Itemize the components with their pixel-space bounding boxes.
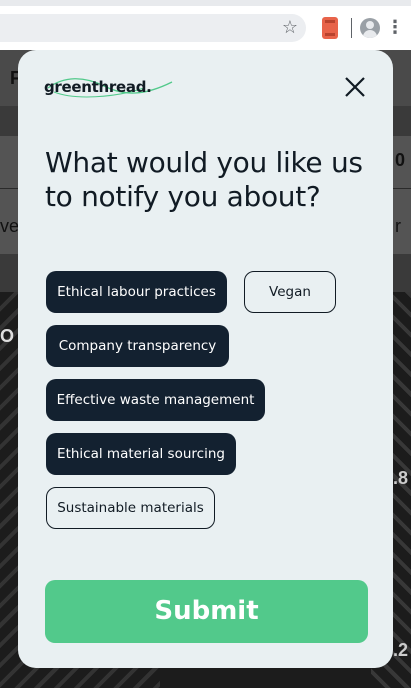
submit-button[interactable]: Submit [45,580,368,643]
logo-text: greenthread. [44,78,152,96]
topic-chip-vegan[interactable]: Vegan [244,271,336,313]
background-text: O [0,326,15,346]
topic-chip-ethical-labour[interactable]: Ethical labour practices [46,271,227,313]
background-text: r [395,216,401,236]
modal-heading: What would you like us to notify you abo… [45,146,363,213]
notification-preferences-modal: greenthread. What would you like us to n… [18,50,393,668]
background-text: .8 [393,468,409,488]
close-icon[interactable] [342,74,368,100]
star-icon[interactable]: ☆ [280,18,300,38]
kebab-menu-icon[interactable]: ⋮ [386,18,404,38]
profile-icon[interactable] [360,18,380,38]
browser-toolbar: ☆ ⋮ [0,0,411,50]
topic-chip-sustainable-materials[interactable]: Sustainable materials [46,487,215,529]
topic-chip-waste-management[interactable]: Effective waste management [46,379,265,421]
toolbar-divider [351,18,352,38]
extension-icon[interactable] [322,17,338,39]
tab-strip [0,0,411,6]
greenthread-logo: greenthread. [44,74,184,100]
background-text: 0 [395,150,406,170]
topic-chip-material-sourcing[interactable]: Ethical material sourcing [46,433,236,475]
topic-chip-company-transparency[interactable]: Company transparency [46,325,229,367]
background-text: .2 [393,640,409,660]
address-bar[interactable] [0,14,306,42]
